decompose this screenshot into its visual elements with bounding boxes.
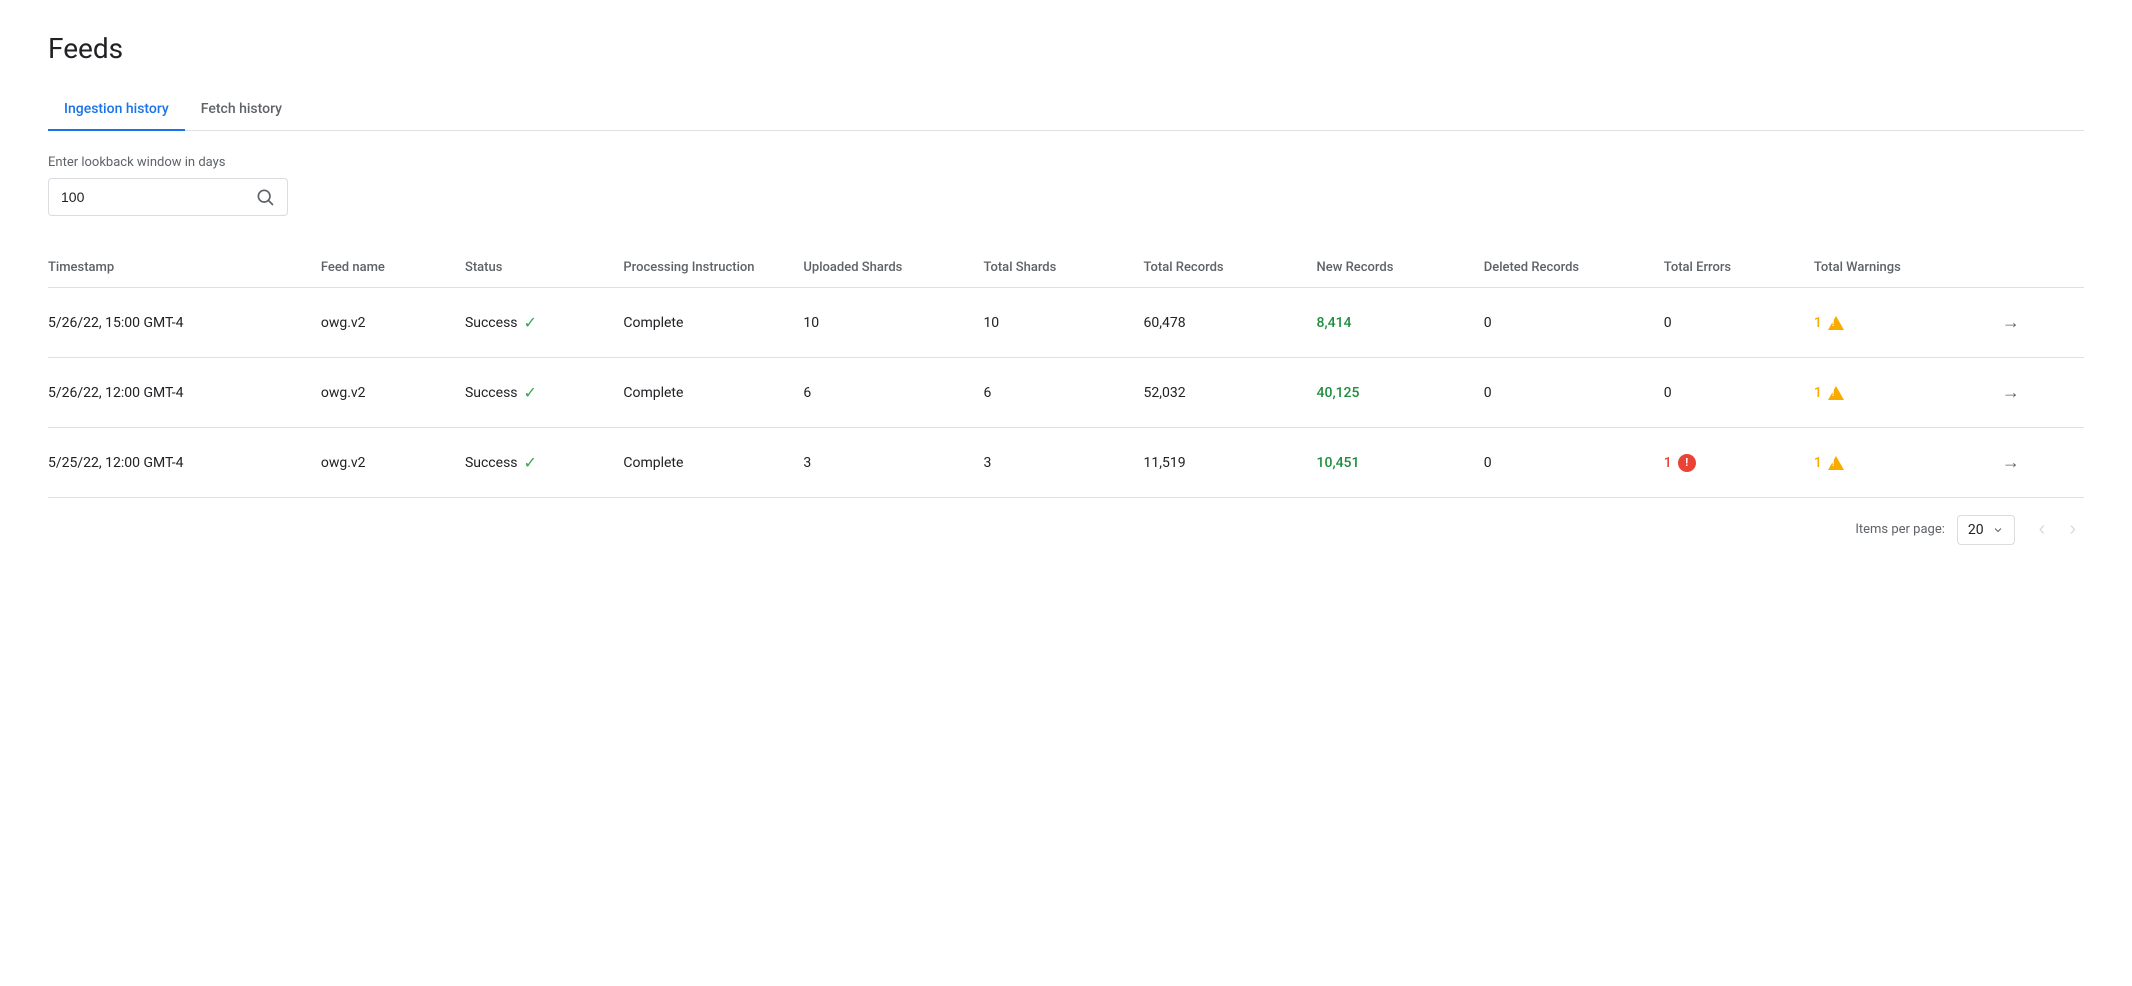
cell-row-action[interactable]: → [1994, 358, 2084, 428]
items-per-page-value: 20 [1968, 522, 1984, 538]
new-records-value: 40,125 [1317, 385, 1360, 401]
cell-total-records: 52,032 [1143, 358, 1316, 428]
cell-feed-name: owg.v2 [321, 428, 465, 498]
success-check-icon: ✓ [524, 383, 537, 402]
col-header-timestamp: Timestamp [48, 248, 321, 288]
pagination-bar: Items per page: 20 ‹ › [48, 498, 2084, 561]
cell-deleted-records: 0 [1484, 288, 1664, 358]
table-row: 5/26/22, 12:00 GMT-4owg.v2Success ✓ Comple… [48, 358, 2084, 428]
warning-count: 1 [1814, 455, 1822, 471]
cell-processing-instruction: Complete [623, 358, 803, 428]
row-detail-button[interactable]: → [1994, 378, 2028, 407]
cell-uploaded-shards: 10 [803, 288, 983, 358]
cell-total-warnings: 1 [1814, 288, 1994, 358]
items-per-page-label: Items per page: [1855, 522, 1945, 537]
cell-row-action[interactable]: → [1994, 428, 2084, 498]
success-check-icon: ✓ [524, 313, 537, 332]
col-header-total-records: Total Records [1143, 248, 1316, 288]
cell-total-shards: 10 [983, 288, 1143, 358]
cell-total-records: 11,519 [1143, 428, 1316, 498]
status-text: Success [465, 385, 518, 401]
new-records-value: 8,414 [1317, 315, 1352, 331]
row-detail-button[interactable]: → [1994, 448, 2028, 477]
cell-uploaded-shards: 6 [803, 358, 983, 428]
cell-total-records: 60,478 [1143, 288, 1316, 358]
col-header-feed-name: Feed name [321, 248, 465, 288]
cell-feed-name: owg.v2 [321, 288, 465, 358]
search-input[interactable] [61, 189, 255, 205]
data-table: Timestamp Feed name Status Processing In… [48, 248, 2084, 498]
page-title: Feeds [48, 32, 2084, 65]
pagination-nav-buttons: ‹ › [2031, 514, 2084, 545]
tab-ingestion-history[interactable]: Ingestion history [48, 89, 185, 131]
cell-total-errors: 0 [1664, 358, 1814, 428]
warning-triangle-icon [1828, 456, 1844, 470]
cell-new-records: 8,414 [1317, 288, 1484, 358]
error-circle-icon: ! [1678, 454, 1696, 472]
cell-total-warnings: 1 [1814, 358, 1994, 428]
cell-total-warnings: 1 [1814, 428, 1994, 498]
page-container: Feeds Ingestion history Fetch history En… [0, 0, 2132, 593]
col-header-uploaded-shards: Uploaded Shards [803, 248, 983, 288]
cell-status: Success ✓ [465, 428, 623, 498]
tab-fetch-history[interactable]: Fetch history [185, 89, 298, 131]
search-button[interactable] [255, 187, 275, 207]
tabs-bar: Ingestion history Fetch history [48, 89, 2084, 131]
table-header-row: Timestamp Feed name Status Processing In… [48, 248, 2084, 288]
prev-page-button[interactable]: ‹ [2031, 514, 2054, 545]
chevron-down-icon [1992, 524, 2004, 536]
cell-status: Success ✓ [465, 358, 623, 428]
cell-row-action[interactable]: → [1994, 288, 2084, 358]
status-text: Success [465, 315, 518, 331]
warning-triangle-icon [1828, 316, 1844, 330]
search-box [48, 178, 288, 216]
cell-processing-instruction: Complete [623, 428, 803, 498]
cell-feed-name: owg.v2 [321, 358, 465, 428]
cell-status: Success ✓ [465, 288, 623, 358]
items-per-page-section: Items per page: 20 [1855, 515, 2014, 545]
cell-total-shards: 3 [983, 428, 1143, 498]
warning-count: 1 [1814, 315, 1822, 331]
cell-new-records: 40,125 [1317, 358, 1484, 428]
cell-total-shards: 6 [983, 358, 1143, 428]
error-count: 1 [1664, 455, 1672, 471]
col-header-action [1994, 248, 2084, 288]
search-icon [255, 187, 275, 207]
table-row: 5/26/22, 15:00 GMT-4owg.v2Success ✓ Comple… [48, 288, 2084, 358]
col-header-processing-instruction: Processing Instruction [623, 248, 803, 288]
col-header-deleted-records: Deleted Records [1484, 248, 1664, 288]
cell-new-records: 10,451 [1317, 428, 1484, 498]
col-header-total-errors: Total Errors [1664, 248, 1814, 288]
cell-deleted-records: 0 [1484, 428, 1664, 498]
col-header-new-records: New Records [1317, 248, 1484, 288]
search-section: Enter lookback window in days [48, 155, 2084, 216]
warning-triangle-icon [1828, 386, 1844, 400]
cell-uploaded-shards: 3 [803, 428, 983, 498]
status-text: Success [465, 455, 518, 471]
row-detail-button[interactable]: → [1994, 308, 2028, 337]
cell-processing-instruction: Complete [623, 288, 803, 358]
cell-timestamp: 5/26/22, 12:00 GMT-4 [48, 358, 321, 428]
cell-timestamp: 5/26/22, 15:00 GMT-4 [48, 288, 321, 358]
col-header-total-shards: Total Shards [983, 248, 1143, 288]
col-header-total-warnings: Total Warnings [1814, 248, 1994, 288]
warning-count: 1 [1814, 385, 1822, 401]
next-page-button[interactable]: › [2061, 514, 2084, 545]
items-per-page-select[interactable]: 20 [1957, 515, 2015, 545]
cell-timestamp: 5/25/22, 12:00 GMT-4 [48, 428, 321, 498]
cell-total-errors: 1! [1664, 428, 1814, 498]
new-records-value: 10,451 [1317, 455, 1360, 471]
success-check-icon: ✓ [524, 453, 537, 472]
table-row: 5/25/22, 12:00 GMT-4owg.v2Success ✓ Comple… [48, 428, 2084, 498]
cell-total-errors: 0 [1664, 288, 1814, 358]
table-container: Timestamp Feed name Status Processing In… [48, 248, 2084, 498]
col-header-status: Status [465, 248, 623, 288]
cell-deleted-records: 0 [1484, 358, 1664, 428]
search-label: Enter lookback window in days [48, 155, 2084, 170]
